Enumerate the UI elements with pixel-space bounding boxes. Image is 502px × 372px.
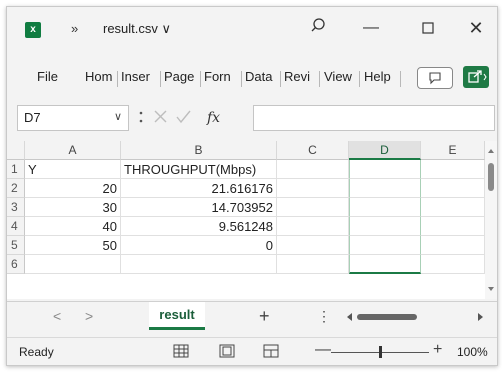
cell-b3[interactable]: 14.703952 <box>121 198 277 217</box>
cell-e2[interactable] <box>421 179 485 198</box>
cell-e1[interactable] <box>421 160 485 179</box>
prev-sheet-button[interactable]: < <box>53 308 61 324</box>
cell-a1[interactable]: Y <box>25 160 121 179</box>
cell-d6[interactable] <box>349 255 421 274</box>
page-layout-view-icon[interactable] <box>219 344 235 358</box>
cell-d3[interactable] <box>349 198 421 217</box>
tab-divider <box>319 71 320 87</box>
tab-divider <box>241 71 242 87</box>
excel-logo-icon: x <box>25 22 41 38</box>
select-all-corner[interactable] <box>7 141 25 160</box>
cell-d5[interactable] <box>349 236 421 255</box>
cell-b6[interactable] <box>121 255 277 274</box>
name-box-value: D7 <box>24 110 41 125</box>
cell-e6[interactable] <box>421 255 485 274</box>
normal-view-icon[interactable] <box>173 344 189 358</box>
svg-text:fx: fx <box>206 110 220 126</box>
tab-home[interactable]: Hom <box>85 69 112 84</box>
column-header-d[interactable]: D <box>349 141 421 160</box>
maximize-button[interactable] <box>417 17 439 39</box>
row-header[interactable]: 2 <box>7 179 25 198</box>
share-button[interactable] <box>463 66 489 88</box>
cell-e4[interactable] <box>421 217 485 236</box>
tab-formulas[interactable]: Forn <box>204 69 231 84</box>
cell-a3[interactable]: 30 <box>25 198 121 217</box>
row-header[interactable]: 1 <box>7 160 25 179</box>
cell-c6[interactable] <box>277 255 349 274</box>
cell-a4[interactable]: 40 <box>25 217 121 236</box>
row-header[interactable]: 6 <box>7 255 25 274</box>
sheet-tab-bar: < > result + ⋮ <box>7 301 497 332</box>
tab-divider <box>117 71 118 87</box>
tab-divider <box>200 71 201 87</box>
row-header[interactable]: 3 <box>7 198 25 217</box>
chevron-down-icon[interactable]: ∨ <box>114 110 122 123</box>
tab-view[interactable]: View <box>324 69 352 84</box>
column-header-a[interactable]: A <box>25 141 121 160</box>
spreadsheet-grid: A B C D E 1 Y THROUGHPUT(Mbps) 2 20 21.6… <box>7 141 497 299</box>
tab-insert[interactable]: Inser <box>121 69 150 84</box>
zoom-slider-thumb[interactable] <box>379 346 382 358</box>
tab-divider <box>400 71 401 87</box>
sheet-tab-result[interactable]: result <box>149 302 205 330</box>
title-bar: x » result.csv ∨ — ✕ <box>7 7 497 51</box>
formula-input[interactable] <box>253 105 495 131</box>
zoom-out-button[interactable]: — <box>315 341 331 359</box>
cell-e3[interactable] <box>421 198 485 217</box>
cell-b5[interactable]: 0 <box>121 236 277 255</box>
column-header-b[interactable]: B <box>121 141 277 160</box>
tab-review[interactable]: Revi <box>284 69 310 84</box>
add-sheet-button[interactable]: + <box>259 306 270 327</box>
ribbon-tabs: File Hom Inser Page Forn Data Revi View … <box>7 65 497 93</box>
excel-window: x » result.csv ∨ — ✕ File Hom Inser Page… <box>6 6 498 366</box>
tab-help[interactable]: Help <box>364 69 391 84</box>
cell-b2[interactable]: 21.616176 <box>121 179 277 198</box>
tab-data[interactable]: Data <box>245 69 272 84</box>
file-title[interactable]: result.csv ∨ <box>103 21 171 37</box>
close-button[interactable]: ✕ <box>465 17 487 39</box>
next-sheet-button[interactable]: > <box>85 308 93 324</box>
row-header[interactable]: 5 <box>7 236 25 255</box>
cell-a5[interactable]: 50 <box>25 236 121 255</box>
quick-access-overflow-icon[interactable]: » <box>71 21 78 36</box>
cell-c3[interactable] <box>277 198 349 217</box>
tab-divider <box>160 71 161 87</box>
cell-a6[interactable] <box>25 255 121 274</box>
cell-c1[interactable] <box>277 160 349 179</box>
more-options-icon[interactable]: ⋮ <box>317 308 331 325</box>
horizontal-scrollbar[interactable] <box>339 310 489 324</box>
status-text: Ready <box>19 345 54 359</box>
cell-b1[interactable]: THROUGHPUT(Mbps) <box>121 160 277 179</box>
cell-d2[interactable] <box>349 179 421 198</box>
zoom-in-button[interactable]: + <box>433 341 442 359</box>
tab-divider <box>280 71 281 87</box>
cell-c4[interactable] <box>277 217 349 236</box>
tab-page-layout[interactable]: Page <box>164 69 194 84</box>
comments-button[interactable] <box>417 67 453 89</box>
search-icon[interactable] <box>307 15 329 37</box>
vertical-scroll-thumb[interactable] <box>488 163 494 191</box>
column-header-c[interactable]: C <box>277 141 349 160</box>
formula-bar: D7 ∨ fx <box>7 103 497 135</box>
cell-a2[interactable]: 20 <box>25 179 121 198</box>
zoom-level[interactable]: 100% <box>457 345 488 359</box>
vertical-scrollbar[interactable] <box>485 141 497 299</box>
cell-e5[interactable] <box>421 236 485 255</box>
cell-b4[interactable]: 9.561248 <box>121 217 277 236</box>
cell-d4[interactable] <box>349 217 421 236</box>
formula-bar-buttons: fx <box>135 105 247 129</box>
page-break-view-icon[interactable] <box>263 344 279 358</box>
cell-c5[interactable] <box>277 236 349 255</box>
minimize-button[interactable]: — <box>360 17 382 39</box>
column-header-e[interactable]: E <box>421 141 485 160</box>
cell-d1[interactable] <box>349 160 421 179</box>
status-bar: Ready — + 100% <box>7 337 497 365</box>
tab-divider <box>359 71 360 87</box>
row-header[interactable]: 4 <box>7 217 25 236</box>
tab-file[interactable]: File <box>37 69 58 84</box>
name-box[interactable]: D7 ∨ <box>17 105 129 131</box>
cell-c2[interactable] <box>277 179 349 198</box>
